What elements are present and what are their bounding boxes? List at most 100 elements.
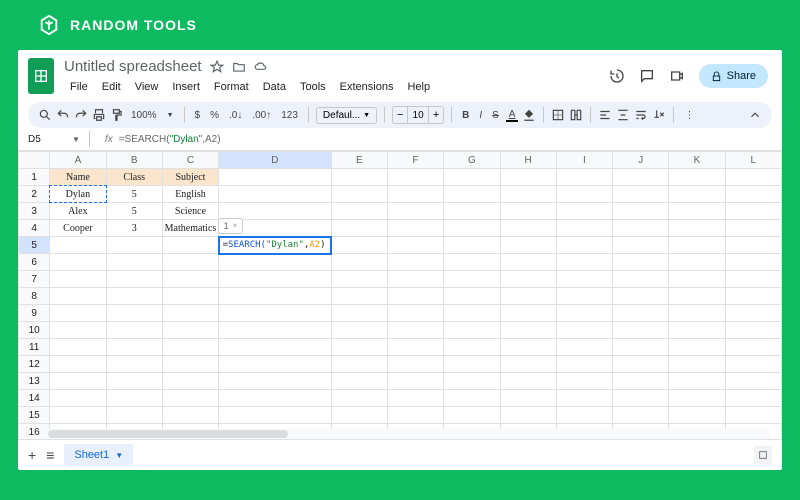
cell[interactable]: Name <box>50 169 106 186</box>
undo-icon[interactable] <box>56 108 70 122</box>
paint-format-icon[interactable] <box>110 108 124 122</box>
cell[interactable] <box>725 169 781 186</box>
share-button[interactable]: Share <box>699 64 768 88</box>
cell[interactable] <box>50 254 106 271</box>
cell[interactable] <box>106 356 162 373</box>
cell[interactable] <box>444 169 500 186</box>
cell[interactable] <box>331 220 387 237</box>
cell[interactable] <box>444 322 500 339</box>
cell[interactable]: English <box>162 186 218 203</box>
menu-extensions[interactable]: Extensions <box>334 78 400 96</box>
cell[interactable] <box>444 390 500 407</box>
cell[interactable] <box>162 254 218 271</box>
rotate-text-icon[interactable] <box>652 108 666 122</box>
cell[interactable] <box>219 322 332 339</box>
cell[interactable] <box>725 220 781 237</box>
cell[interactable] <box>331 271 387 288</box>
cell[interactable] <box>556 169 612 186</box>
cell[interactable] <box>387 220 443 237</box>
cell[interactable] <box>50 288 106 305</box>
cell[interactable] <box>162 237 218 254</box>
text-color-button[interactable]: A <box>506 109 519 122</box>
font-size-value[interactable]: 10 <box>408 106 428 124</box>
cell[interactable]: Class <box>106 169 162 186</box>
cell[interactable] <box>500 169 556 186</box>
cell[interactable] <box>669 305 725 322</box>
cell[interactable] <box>556 339 612 356</box>
cell[interactable] <box>725 271 781 288</box>
format-123-button[interactable]: 123 <box>278 110 301 121</box>
cell[interactable] <box>613 356 669 373</box>
formula-input[interactable]: =SEARCH("Dylan",A2) <box>119 134 221 145</box>
collapse-toolbar-icon[interactable] <box>748 108 762 122</box>
cell[interactable]: Alex <box>50 203 106 220</box>
cell[interactable] <box>669 254 725 271</box>
cell[interactable] <box>500 305 556 322</box>
cell[interactable] <box>162 373 218 390</box>
cell[interactable] <box>331 339 387 356</box>
cell[interactable] <box>331 322 387 339</box>
cell[interactable] <box>219 254 332 271</box>
menu-view[interactable]: View <box>129 78 165 96</box>
col-header[interactable]: B <box>106 152 162 169</box>
move-folder-icon[interactable] <box>232 60 246 74</box>
cell[interactable] <box>219 169 332 186</box>
cell[interactable] <box>387 407 443 424</box>
menu-format[interactable]: Format <box>208 78 255 96</box>
cell[interactable] <box>556 305 612 322</box>
cell[interactable] <box>500 339 556 356</box>
cell[interactable] <box>669 186 725 203</box>
zoom-select[interactable]: 100% <box>128 110 160 121</box>
row-header[interactable]: 16 <box>19 424 50 440</box>
cell[interactable] <box>725 203 781 220</box>
strike-button[interactable]: S <box>489 110 502 121</box>
cell[interactable] <box>219 288 332 305</box>
cell[interactable] <box>444 186 500 203</box>
cell[interactable] <box>500 254 556 271</box>
cell[interactable] <box>162 288 218 305</box>
cell[interactable] <box>669 237 725 254</box>
cell[interactable] <box>444 288 500 305</box>
currency-button[interactable]: $ <box>192 110 204 121</box>
cell[interactable] <box>331 373 387 390</box>
cell[interactable] <box>613 203 669 220</box>
h-scrollbar[interactable] <box>48 429 770 439</box>
cell[interactable] <box>556 254 612 271</box>
cell[interactable] <box>219 271 332 288</box>
cell[interactable] <box>219 305 332 322</box>
col-header[interactable]: A <box>50 152 106 169</box>
cell[interactable] <box>331 237 387 254</box>
cell[interactable] <box>500 203 556 220</box>
cell[interactable] <box>556 220 612 237</box>
cell[interactable] <box>725 288 781 305</box>
cell[interactable] <box>331 390 387 407</box>
doc-title[interactable]: Untitled spreadsheet <box>64 58 202 75</box>
print-icon[interactable] <box>92 108 106 122</box>
cell[interactable] <box>219 373 332 390</box>
cell[interactable] <box>613 305 669 322</box>
cell[interactable] <box>50 322 106 339</box>
col-header[interactable]: E <box>331 152 387 169</box>
cell[interactable] <box>669 322 725 339</box>
col-header[interactable]: G <box>444 152 500 169</box>
cell[interactable]: Cooper <box>50 220 106 237</box>
cell[interactable] <box>444 254 500 271</box>
cell[interactable] <box>387 390 443 407</box>
col-header[interactable]: C <box>162 152 218 169</box>
merge-icon[interactable] <box>569 108 583 122</box>
row-header[interactable]: 9 <box>19 305 50 322</box>
cell[interactable] <box>106 271 162 288</box>
cell[interactable] <box>387 186 443 203</box>
cell[interactable] <box>387 271 443 288</box>
menu-tools[interactable]: Tools <box>294 78 332 96</box>
cell[interactable] <box>613 322 669 339</box>
history-icon[interactable] <box>609 68 625 84</box>
cell[interactable] <box>613 254 669 271</box>
cell[interactable] <box>106 237 162 254</box>
cell[interactable] <box>669 288 725 305</box>
col-header[interactable]: K <box>669 152 725 169</box>
cell[interactable] <box>444 339 500 356</box>
cell[interactable] <box>500 356 556 373</box>
row-header[interactable]: 4 <box>19 220 50 237</box>
cell[interactable] <box>387 254 443 271</box>
